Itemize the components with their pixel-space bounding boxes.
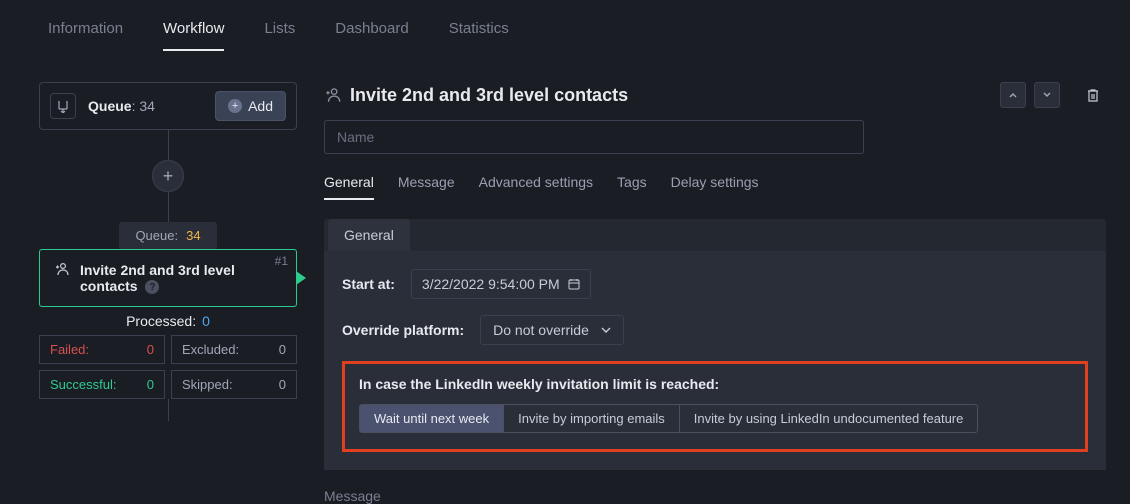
top-tabs: Information Workflow Lists Dashboard Sta… xyxy=(0,0,1130,52)
queue-header-box: Queue: 34 + Add xyxy=(39,82,297,130)
limit-highlight-box: In case the LinkedIn weekly invitation l… xyxy=(342,361,1088,452)
add-button-label: Add xyxy=(248,98,273,114)
processed-row: Processed:0 xyxy=(39,307,297,335)
workflow-column: Queue: 34 + Add + Queue:34 #1 xyxy=(32,82,304,504)
step-title: Invite 2nd and 3rd level contacts ? xyxy=(80,262,282,294)
start-at-label: Start at: xyxy=(342,276,395,292)
connector-line xyxy=(168,399,169,421)
override-label: Override platform: xyxy=(342,322,464,338)
status-failed: Failed: 0 xyxy=(39,335,165,364)
subtab-message[interactable]: Message xyxy=(398,174,455,200)
calendar-icon xyxy=(568,278,580,290)
subtab-general[interactable]: General xyxy=(324,174,374,200)
status-successful: Successful: 0 xyxy=(39,370,165,399)
detail-title: Invite 2nd and 3rd level contacts xyxy=(350,85,992,106)
delete-button[interactable] xyxy=(1080,82,1106,108)
add-button[interactable]: + Add xyxy=(215,91,286,121)
tab-information[interactable]: Information xyxy=(48,20,123,51)
general-panel: General Start at: 3/22/2022 9:54:00 PM O… xyxy=(324,219,1106,470)
tab-lists[interactable]: Lists xyxy=(264,20,295,51)
tab-dashboard[interactable]: Dashboard xyxy=(335,20,408,51)
move-up-button[interactable] xyxy=(1000,82,1026,108)
person-add-icon xyxy=(324,87,342,103)
move-down-button[interactable] xyxy=(1034,82,1060,108)
person-add-icon xyxy=(54,262,70,276)
limit-option-import[interactable]: Invite by importing emails xyxy=(504,404,680,433)
plus-circle-icon: + xyxy=(228,99,242,113)
panel-tab-general[interactable]: General xyxy=(328,219,410,251)
override-value: Do not override xyxy=(493,322,589,338)
status-excluded: Excluded: 0 xyxy=(171,335,297,364)
step-number: #1 xyxy=(275,254,288,268)
queue-icon xyxy=(50,93,76,119)
subtab-tags[interactable]: Tags xyxy=(617,174,647,200)
limit-option-undocumented[interactable]: Invite by using LinkedIn undocumented fe… xyxy=(680,404,979,433)
help-icon[interactable]: ? xyxy=(145,280,159,294)
workflow-step-card[interactable]: #1 Invite 2nd and 3rd level contacts ? xyxy=(39,249,297,307)
subtab-delay[interactable]: Delay settings xyxy=(671,174,759,200)
override-select[interactable]: Do not override xyxy=(480,315,624,345)
status-skipped: Skipped: 0 xyxy=(171,370,297,399)
limit-options: Wait until next week Invite by importing… xyxy=(359,404,1071,433)
detail-sub-tabs: General Message Advanced settings Tags D… xyxy=(324,174,1106,201)
step-arrow-icon xyxy=(296,271,306,285)
queue-label: Queue: 34 xyxy=(88,98,203,114)
start-at-value: 3/22/2022 9:54:00 PM xyxy=(422,276,560,292)
add-node-button[interactable]: + xyxy=(152,160,184,192)
status-grid: Failed: 0 Excluded: 0 Successful: 0 Skip… xyxy=(39,335,297,399)
start-at-field[interactable]: 3/22/2022 9:54:00 PM xyxy=(411,269,591,299)
message-section-label: Message xyxy=(324,488,1106,504)
limit-label: In case the LinkedIn weekly invitation l… xyxy=(359,376,1071,392)
tab-workflow[interactable]: Workflow xyxy=(163,20,224,51)
name-input[interactable] xyxy=(324,120,864,154)
subtab-advanced[interactable]: Advanced settings xyxy=(479,174,593,200)
detail-panel: Invite 2nd and 3rd level contacts Genera… xyxy=(324,82,1114,504)
connector-line xyxy=(168,192,169,222)
tab-statistics[interactable]: Statistics xyxy=(449,20,509,51)
chevron-down-icon xyxy=(601,327,611,333)
limit-option-wait[interactable]: Wait until next week xyxy=(359,404,504,433)
queue-pill: Queue:34 xyxy=(119,222,216,249)
connector-line xyxy=(168,130,169,160)
